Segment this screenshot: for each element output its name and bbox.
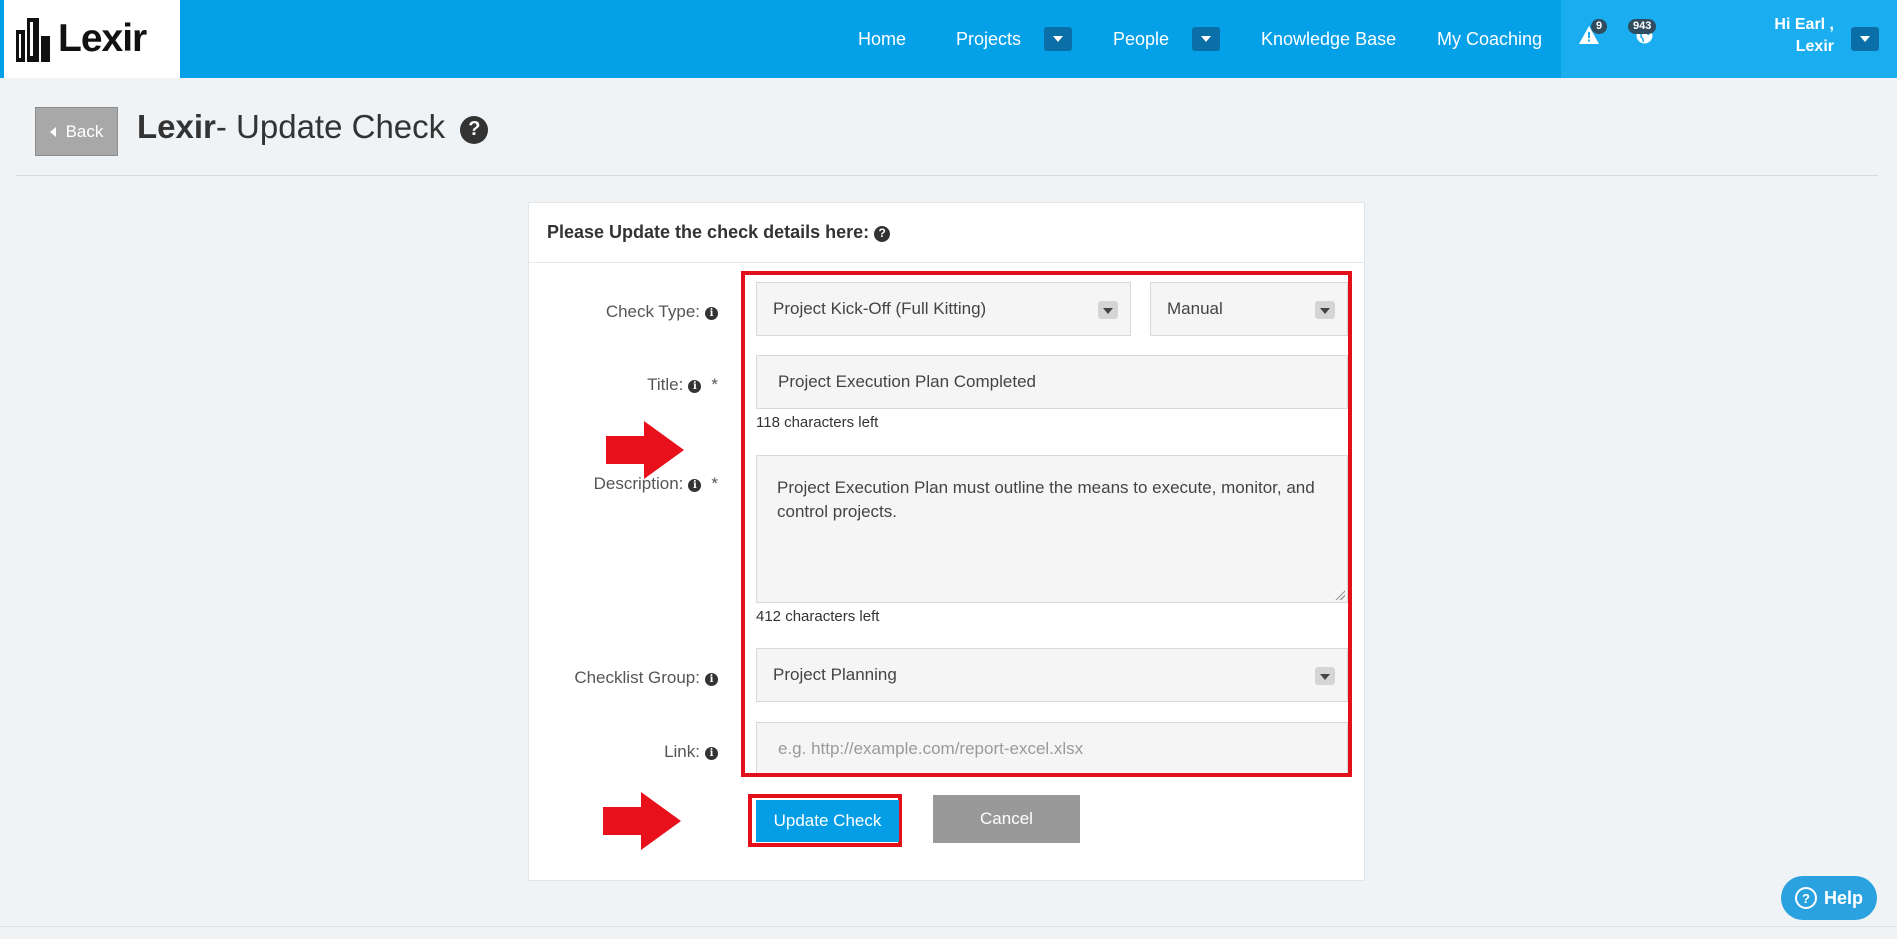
caret-left-icon [49, 126, 56, 137]
check-type-label: Check Type: i [606, 302, 718, 322]
annotation-highlight-fields [741, 271, 1352, 777]
checklist-group-label-text: Checklist Group: [574, 668, 700, 687]
buildings-logo-icon [16, 18, 50, 62]
link-label: Link: i [664, 742, 718, 762]
cancel-button[interactable]: Cancel [933, 795, 1080, 843]
back-button[interactable]: Back [35, 107, 118, 156]
title-label-text: Title: [647, 375, 684, 394]
title-label: Title: i * [647, 375, 718, 395]
check-type-label-wrap: Check Type: i [528, 302, 718, 324]
nav-people[interactable]: People [1113, 0, 1169, 78]
page-title-text: - Update Check [215, 108, 446, 145]
top-navbar: Lexir Home Projects People Knowledge Bas… [0, 0, 1897, 78]
user-greeting[interactable]: Hi Earl , Lexir [1774, 14, 1834, 58]
people-dropdown-toggle[interactable] [1192, 27, 1220, 51]
checklist-group-label: Checklist Group: i [574, 668, 718, 688]
footer-divider [0, 926, 1897, 927]
help-button[interactable]: ? Help [1781, 876, 1877, 920]
check-type-label-text: Check Type: [605, 302, 700, 321]
info-icon: i [688, 479, 702, 492]
question-circle-icon[interactable]: ? [460, 115, 489, 144]
brand-name: Lexir [58, 17, 147, 60]
info-icon: i [705, 307, 718, 320]
nav-utility-area [1561, 0, 1897, 78]
brand-logo[interactable]: Lexir [4, 0, 180, 78]
page-title: Lexir- Update Check ? [137, 108, 489, 146]
link-label-wrap: Link: i [528, 742, 718, 764]
card-heading: Please Update the check details here: [547, 222, 870, 242]
header-divider [16, 175, 1878, 176]
help-button-label: Help [1823, 887, 1863, 908]
alerts-count-badge: 9 [1591, 19, 1608, 34]
question-circle-icon: ? [1794, 887, 1817, 909]
page-title-brand: Lexir [137, 108, 216, 145]
back-button-label: Back [65, 121, 104, 141]
annotation-arrow-right-icon [606, 421, 686, 479]
title-label-wrap: Title: i * [528, 375, 718, 397]
info-icon: i [705, 673, 718, 686]
checklist-group-label-wrap: Checklist Group: i [528, 668, 718, 690]
user-menu-toggle[interactable] [1851, 27, 1879, 51]
required-mark: * [711, 375, 718, 394]
question-circle-icon[interactable]: ? [874, 225, 891, 242]
nav-knowledge-base[interactable]: Knowledge Base [1261, 0, 1396, 78]
info-icon: i [688, 380, 702, 393]
nav-projects[interactable]: Projects [956, 0, 1021, 78]
annotation-arrow-right-icon [603, 792, 683, 850]
info-icon: i [705, 747, 718, 760]
globe-count-badge: 943 [1628, 19, 1657, 34]
update-check-button[interactable]: Update Check [756, 800, 899, 842]
user-greeting-line: Hi Earl , [1774, 16, 1834, 33]
projects-dropdown-toggle[interactable] [1044, 27, 1072, 51]
card-header: Please Update the check details here:? [529, 203, 1364, 263]
user-org-line: Lexir [1795, 38, 1834, 55]
nav-my-coaching[interactable]: My Coaching [1437, 0, 1542, 78]
required-mark: * [711, 474, 718, 493]
nav-home[interactable]: Home [858, 0, 906, 78]
link-label-text: Link: [664, 742, 700, 761]
